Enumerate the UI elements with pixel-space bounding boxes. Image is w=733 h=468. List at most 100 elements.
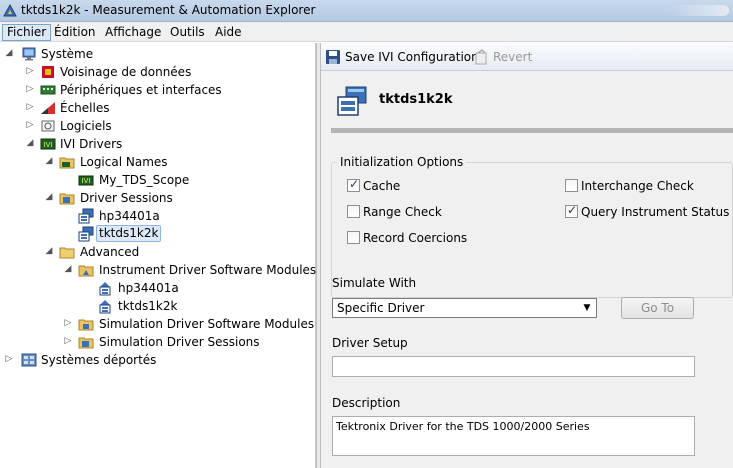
tree-item-simulation-driver-sessions[interactable]: ▷ Simulation Driver Sessions [0,333,300,351]
menu-aide[interactable]: Aide [210,24,247,41]
scales-icon [41,102,55,114]
expand-arrow-icon[interactable]: ▷ [25,119,35,131]
collapse-arrow-icon[interactable]: ◢ [44,245,54,257]
header-divider [331,128,733,133]
expand-arrow-icon[interactable]: ▷ [25,83,35,95]
module-icon [99,300,111,314]
interchange-check-checkbox[interactable] [565,179,578,192]
data-neighborhood-icon [42,66,54,78]
tree-item-my-tds-scope[interactable]: IVI My_TDS_Scope [0,171,300,189]
save-ivi-configuration-button[interactable]: Save IVI Configuration [325,49,479,67]
description-label: Description [332,396,401,410]
collapse-arrow-icon[interactable]: ◢ [4,47,14,59]
tree-item-label: Logical Names [80,155,168,169]
menu-fichier[interactable]: Fichier [2,24,52,41]
window-title: tktds1k2k - Measurement & Automation Exp… [21,3,316,17]
record-coercions-label: Record Coercions [363,231,468,245]
tree-item-instrument-driver-modules[interactable]: ◢ Instrument Driver Software Modules [0,261,317,279]
tree-item-label: Advanced [80,245,140,259]
description-value: Tektronix Driver for the TDS 1000/2000 S… [336,420,590,433]
expand-arrow-icon[interactable]: ▷ [63,317,73,329]
tree-item-ivi-drivers[interactable]: ◢ IVI IVI Drivers [0,135,300,153]
module-icon [99,282,111,296]
cache-label: Cache [363,179,401,193]
tree-item-voisinage[interactable]: ▷ Voisinage de données [0,63,300,81]
expand-arrow-icon[interactable]: ▷ [25,101,35,113]
simulate-with-value: Specific Driver [337,301,425,315]
tree-item-logical-names[interactable]: ◢ Logical Names [0,153,300,171]
remote-systems-icon [21,353,37,367]
cache-checkbox[interactable]: ✓ [347,177,360,192]
expand-arrow-icon[interactable]: ▷ [4,353,14,365]
session-icon [78,226,94,242]
menu-affichage[interactable]: Affichage [100,24,166,41]
menu-outils[interactable]: Outils [165,24,210,41]
tree-item-session-tktds1k2k[interactable]: tktds1k2k [0,225,300,243]
tree-item-label: My_TDS_Scope [99,173,190,187]
collapse-arrow-icon[interactable]: ◢ [44,155,54,167]
folder-icon [78,337,94,349]
tree-item-label: Instrument Driver Software Modules [99,263,317,277]
tree-item-session-hp34401a[interactable]: hp34401a [0,207,300,225]
range-check-checkbox[interactable] [347,205,360,218]
simulate-with-label: Simulate With [332,276,417,290]
configuration-tree: ◢ Système ▷ Voisinage de données ▷ Périp… [0,43,316,468]
tree-item-label: Système [41,47,94,61]
simulate-with-select[interactable]: Specific Driver ▼ [332,298,597,318]
toolbar: Save IVI Configuration Revert [321,43,733,71]
computer-icon [22,47,36,61]
folder-icon [78,265,94,277]
collapse-arrow-icon[interactable]: ◢ [63,263,73,275]
tree-item-advanced[interactable]: ◢ Advanced [0,243,300,261]
page-title: tktds1k2k [379,92,453,107]
window-controls-area [669,5,729,16]
tree-item-echelles[interactable]: ▷ Échelles [0,99,300,117]
tree-item-logiciels[interactable]: ▷ Logiciels [0,117,300,135]
menu-bar: Fichier Édition Affichage Outils Aide [0,22,733,42]
tree-item-systemes-deportes[interactable]: ▷ Systèmes déportés [0,351,300,369]
tree-item-label: Driver Sessions [80,191,173,205]
driver-session-icon [337,86,367,116]
tree-item-label: Simulation Driver Software Modules [99,317,315,331]
range-check-label: Range Check [363,205,442,219]
software-icon [41,120,55,132]
driver-setup-field[interactable] [332,356,695,377]
tree-item-module-hp34401a[interactable]: hp34401a [0,279,300,297]
record-coercions-checkbox[interactable] [347,231,360,244]
collapse-arrow-icon[interactable]: ◢ [25,137,35,149]
tree-item-simulation-driver-modules[interactable]: ▷ Simulation Driver Software Modules [0,315,315,333]
tree-item-label: tktds1k2k [96,225,162,242]
tree-item-systeme[interactable]: ◢ Système [0,45,300,63]
query-instrument-status-label: Query Instrument Status [581,205,730,219]
initialization-options-title: Initialization Options [337,155,467,169]
tree-item-label: Périphériques et interfaces [60,83,222,97]
description-field[interactable]: Tektronix Driver for the TDS 1000/2000 S… [332,416,695,456]
revert-button[interactable]: Revert [473,49,533,67]
ivi-icon: IVI [78,175,94,186]
svg-text:IVI: IVI [44,141,53,149]
tree-item-peripheriques[interactable]: ▷ Périphériques et interfaces [0,81,300,99]
folder-icon [59,247,75,259]
expand-arrow-icon[interactable]: ▷ [63,335,73,347]
svg-text:IVI: IVI [82,177,91,185]
title-bar: tktds1k2k - Measurement & Automation Exp… [0,0,733,22]
save-icon [326,50,340,64]
tree-item-module-tktds1k2k[interactable]: tktds1k2k [0,297,300,315]
tree-item-label: tktds1k2k [118,299,178,313]
driver-setup-label: Driver Setup [332,336,408,350]
ivi-icon: IVI [40,138,56,150]
properties-pane: Save IVI Configuration Revert tktds1k2k … [321,43,733,468]
tree-item-driver-sessions[interactable]: ◢ Driver Sessions [0,189,300,207]
collapse-arrow-icon[interactable]: ◢ [44,191,54,203]
tree-item-label: hp34401a [118,281,179,295]
go-to-button[interactable]: Go To [621,297,694,319]
tree-item-label: Échelles [60,101,110,115]
folder-icon [78,319,94,331]
menu-edition[interactable]: Édition [49,24,101,41]
tree-item-label: Voisinage de données [60,65,192,79]
query-instrument-status-checkbox[interactable]: ✓ [565,203,578,218]
tree-item-label: Systèmes déportés [41,353,157,367]
app-icon [3,3,17,17]
session-icon [78,208,94,224]
expand-arrow-icon[interactable]: ▷ [25,65,35,77]
